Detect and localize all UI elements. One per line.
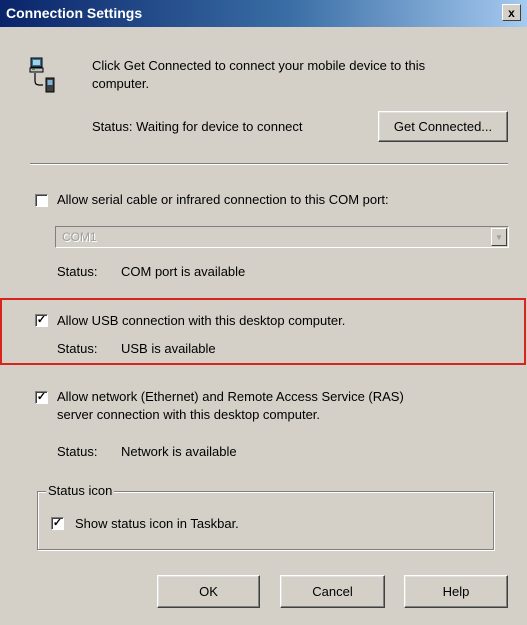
section-divider [30,163,508,165]
connect-instruction-line2: computer. [92,76,150,91]
check-mark-icon: ✓ [36,314,47,326]
pc-and-mobile-device-icon [29,57,55,93]
show-status-icon-checkbox[interactable]: ✓ [51,517,64,530]
help-label: Help [442,584,470,599]
serial-status-label: Status: [57,264,98,279]
status-icon-group-title: Status icon [46,483,115,498]
network-checkbox-label-line1: Allow network (Ethernet) and Remote Acce… [57,389,404,404]
usb-status-value: USB is available [121,341,216,356]
network-status-label: Status: [57,444,98,459]
usb-checkbox[interactable]: ✓ [35,314,48,327]
com-port-value: COM1 [62,230,97,244]
cancel-label: Cancel [312,584,353,599]
serial-status-value: COM port is available [121,264,246,279]
network-checkbox-label-line2: server connection with this desktop comp… [57,407,321,422]
usb-status-label: Status: [57,341,98,356]
serial-checkbox-label: Allow serial cable or infrared connectio… [57,192,389,207]
connection-status: Status: Waiting for device to connect [92,119,303,134]
close-button[interactable]: x [502,4,521,21]
network-status-value: Network is available [121,444,237,459]
check-mark-icon: ✓ [52,517,63,529]
cancel-button[interactable]: Cancel [280,575,385,608]
chevron-down-icon: ▼ [491,228,507,246]
connection-settings-dialog: Connection Settings x Click Get Connecte… [0,0,527,625]
connect-instruction-line1: Click Get Connected to connect your mobi… [92,58,426,73]
help-button[interactable]: Help [404,575,508,608]
ok-label: OK [199,584,218,599]
ok-button[interactable]: OK [157,575,260,608]
com-port-select[interactable]: COM1 ▼ [55,226,509,248]
network-checkbox[interactable]: ✓ [35,391,48,404]
get-connected-label: Get Connected... [393,119,493,134]
usb-checkbox-label: Allow USB connection with this desktop c… [57,313,346,328]
close-icon: x [508,5,515,20]
get-connected-button[interactable]: Get Connected... [378,111,508,142]
check-mark-icon: ✓ [36,391,47,403]
title-bar[interactable]: Connection Settings x [0,0,527,27]
serial-checkbox[interactable] [35,194,48,207]
window-title: Connection Settings [6,5,143,21]
show-status-icon-label: Show status icon in Taskbar. [75,516,239,531]
